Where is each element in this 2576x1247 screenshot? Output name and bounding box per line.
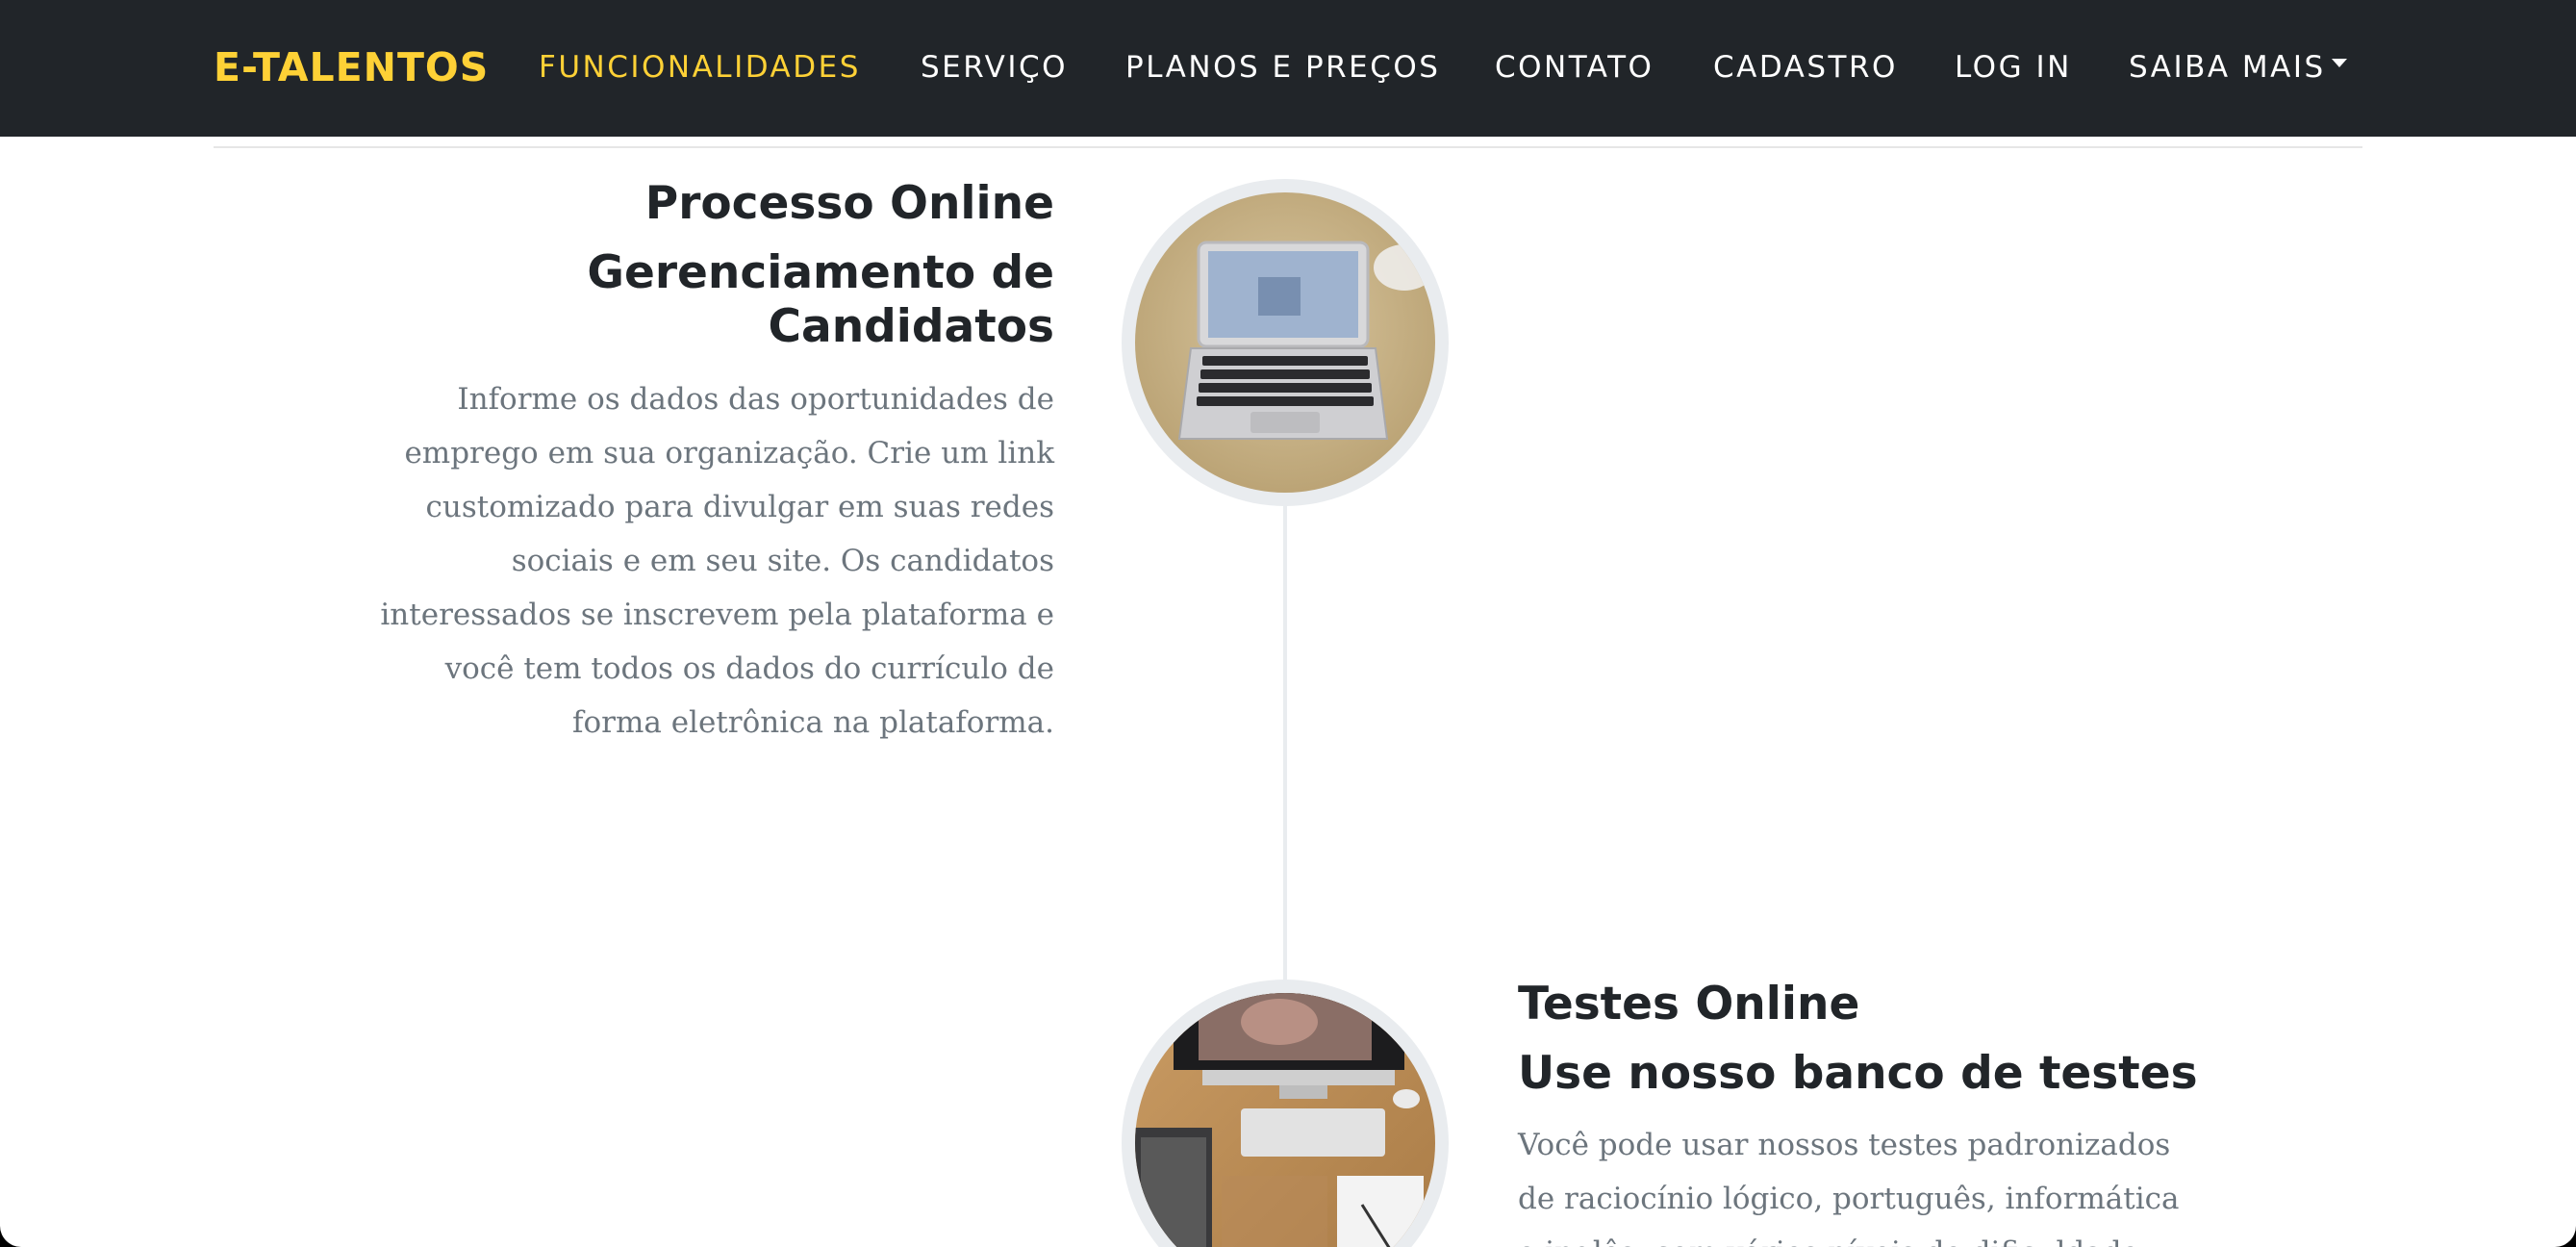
body-line: Você pode usar nossos testes padronizado…	[1518, 1128, 2171, 1162]
timeline-item-1-subtitle-line-2: Candidatos	[768, 300, 1054, 353]
page: E-TALENTOS FUNCIONALIDADES SERVIÇO PLANO…	[0, 0, 2576, 1247]
body-line: você tem todos os dados do currículo de	[444, 651, 1054, 686]
timeline-line	[1283, 481, 1287, 1001]
body-line: e inglês, com vários níveis de dificulda…	[1518, 1226, 2480, 1247]
timeline-item-1-subtitle-line-1: Gerenciamento de	[587, 246, 1054, 299]
body-line: interessados se inscrevem pela plataform…	[380, 598, 1054, 632]
nav-link-funcionalidades[interactable]: FUNCIONALIDADES	[539, 42, 861, 92]
timeline-item-1-image	[1122, 179, 1449, 506]
timeline-item-1-title: Processo Online	[644, 177, 1054, 230]
nav-link-cadastro[interactable]: CADASTRO	[1713, 42, 1898, 92]
nav-link-log-in[interactable]: LOG IN	[1955, 42, 2072, 92]
navbar: E-TALENTOS FUNCIONALIDADES SERVIÇO PLANO…	[0, 0, 2576, 137]
brand-logo[interactable]: E-TALENTOS	[214, 40, 489, 94]
body-line: forma eletrônica na plataforma.	[572, 705, 1054, 740]
nav-link-servico[interactable]: SERVIÇO	[921, 42, 1068, 92]
desk-photo-icon	[1135, 993, 1435, 1247]
body-line: emprego em sua organização. Crie um link	[404, 436, 1054, 471]
nav-dropdown-saiba-mais[interactable]: SAIBA MAIS	[2129, 42, 2347, 92]
timeline-item-1-body: Informe os dados das oportunidades de em…	[189, 372, 1054, 750]
body-line: de raciocínio lógico, português, informá…	[1518, 1182, 2180, 1216]
nav-link-planos-e-precos[interactable]: PLANOS E PREÇOS	[1125, 42, 1441, 92]
nav-link-contato[interactable]: CONTATO	[1495, 42, 1654, 92]
body-line: customizado para divulgar em suas redes	[425, 490, 1054, 524]
body-line: Informe os dados das oportunidades de	[457, 382, 1054, 417]
nav-dropdown-label: SAIBA MAIS	[2129, 50, 2326, 85]
timeline-item-2-body: Você pode usar nossos testes padronizado…	[1518, 1118, 2480, 1247]
timeline-item-2-title: Testes Online	[1518, 978, 1860, 1031]
timeline-item-2-image	[1122, 980, 1449, 1247]
body-line: sociais e em seu site. Os candidatos	[511, 544, 1054, 578]
timeline-item-2-subtitle: Use nosso banco de testes	[1518, 1047, 2198, 1100]
section-divider	[214, 146, 2362, 148]
caret-down-icon	[2331, 59, 2347, 67]
laptop-photo-icon	[1135, 192, 1435, 493]
